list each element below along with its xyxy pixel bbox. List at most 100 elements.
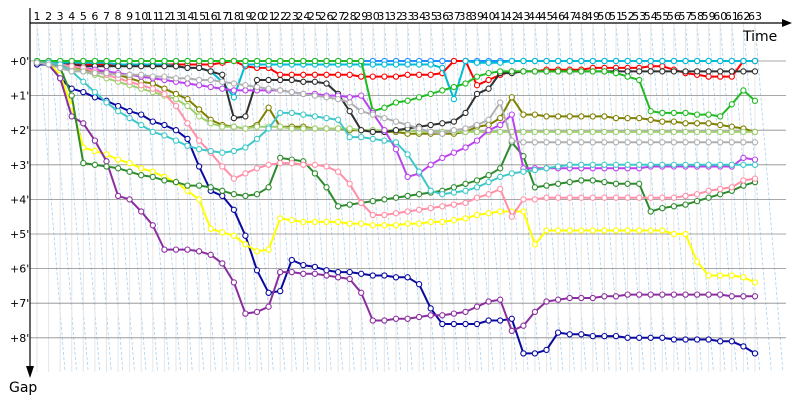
data-point xyxy=(300,161,307,168)
data-point xyxy=(195,82,203,89)
data-point xyxy=(334,218,342,226)
data-point xyxy=(253,83,261,91)
data-point xyxy=(705,194,712,201)
data-point xyxy=(705,139,712,146)
data-point xyxy=(381,196,388,203)
data-point xyxy=(554,163,562,170)
data-point xyxy=(659,291,666,298)
data-point xyxy=(728,338,735,345)
x-tick-label: 7 xyxy=(103,10,110,23)
data-point xyxy=(728,184,735,191)
data-point xyxy=(323,57,330,65)
data-point xyxy=(415,61,423,68)
data-point xyxy=(138,71,145,78)
data-point xyxy=(439,57,446,65)
data-point xyxy=(728,101,735,108)
data-point xyxy=(149,168,156,175)
data-point xyxy=(323,267,330,274)
data-point xyxy=(485,76,492,84)
data-point xyxy=(126,168,133,175)
data-point xyxy=(531,139,539,146)
data-point xyxy=(566,227,573,234)
data-point xyxy=(705,68,712,75)
data-point xyxy=(659,227,666,234)
data-point xyxy=(91,69,99,77)
data-point xyxy=(300,57,307,65)
data-point xyxy=(392,99,400,106)
data-point xyxy=(288,71,295,78)
data-point xyxy=(450,83,458,91)
data-point xyxy=(450,217,458,224)
data-point xyxy=(184,187,191,194)
data-point xyxy=(161,90,168,98)
diagonal-guide-line xyxy=(754,22,784,373)
data-point xyxy=(427,61,434,68)
data-point xyxy=(439,64,446,72)
data-point xyxy=(566,68,573,75)
data-point xyxy=(230,232,238,239)
data-point xyxy=(728,161,735,168)
data-point xyxy=(114,57,122,65)
data-point xyxy=(740,161,747,168)
data-point xyxy=(207,147,214,155)
data-point xyxy=(531,196,539,203)
data-point xyxy=(659,57,666,65)
data-point xyxy=(381,104,388,111)
data-point xyxy=(450,149,458,156)
data-point xyxy=(578,161,585,168)
data-point xyxy=(114,192,122,200)
data-point xyxy=(612,57,620,65)
data-point xyxy=(543,128,550,136)
data-point xyxy=(184,102,191,110)
data-point xyxy=(253,123,261,130)
data-point xyxy=(543,227,550,234)
data-point xyxy=(554,180,562,187)
data-point xyxy=(253,135,261,143)
data-point xyxy=(323,94,330,101)
x-tick-label: 5 xyxy=(80,10,87,23)
data-point xyxy=(80,78,87,85)
data-point xyxy=(543,298,550,305)
data-point xyxy=(68,113,75,120)
data-point xyxy=(612,114,620,122)
data-point xyxy=(601,178,608,186)
data-point xyxy=(717,185,724,193)
data-point xyxy=(277,109,284,117)
data-point xyxy=(439,312,446,319)
data-point xyxy=(589,161,596,168)
data-point xyxy=(473,177,481,184)
data-point xyxy=(415,125,423,132)
data-point xyxy=(705,187,712,194)
data-point xyxy=(427,161,434,168)
data-point xyxy=(473,184,481,191)
data-point xyxy=(392,222,400,229)
data-point xyxy=(543,182,550,189)
data-point xyxy=(462,320,469,328)
data-point xyxy=(195,57,203,65)
data-point xyxy=(346,220,353,227)
data-point xyxy=(219,187,226,194)
data-point xyxy=(682,120,689,127)
data-point xyxy=(311,263,319,271)
data-point xyxy=(219,123,226,130)
data-point xyxy=(636,291,643,298)
data-point xyxy=(497,114,504,122)
data-point xyxy=(636,68,643,75)
data-point xyxy=(601,57,608,65)
y-tick-label: +5' xyxy=(10,228,29,241)
x-tick-label: 63 xyxy=(748,10,762,23)
data-point xyxy=(161,85,168,92)
data-point xyxy=(497,185,504,193)
data-point xyxy=(288,159,295,167)
data-point xyxy=(636,76,643,84)
data-point xyxy=(450,320,458,328)
data-point xyxy=(103,163,110,170)
data-point xyxy=(508,315,515,322)
x-tick-label: 1 xyxy=(34,10,41,23)
data-point xyxy=(554,227,562,234)
data-point xyxy=(693,128,701,136)
data-point xyxy=(728,73,735,80)
data-point xyxy=(485,69,492,77)
data-point xyxy=(682,291,689,298)
data-point xyxy=(358,57,365,65)
